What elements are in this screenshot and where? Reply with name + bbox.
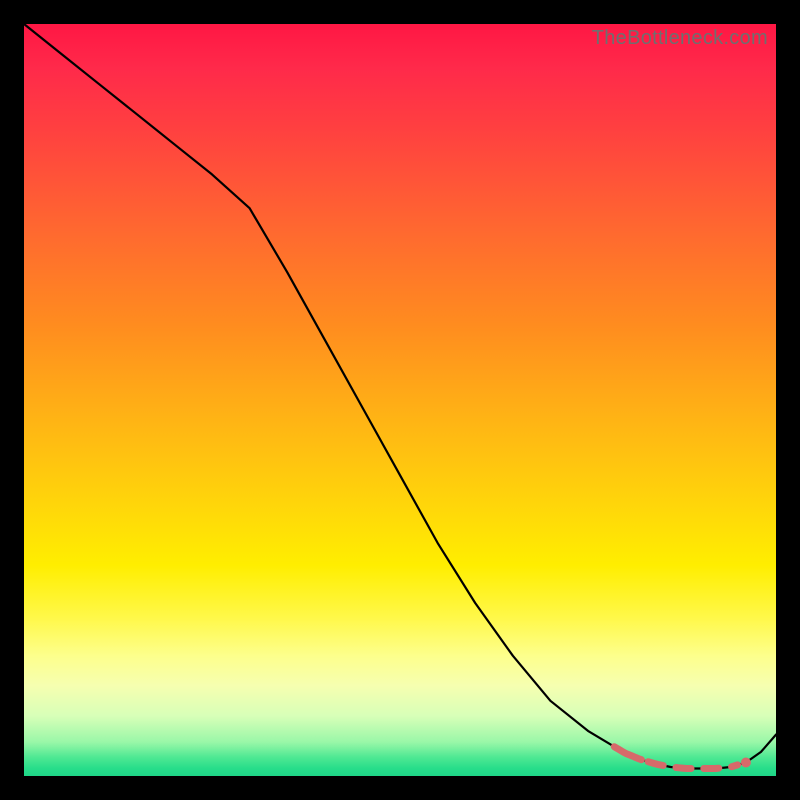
highlight-dots xyxy=(614,747,751,769)
bottleneck-curve xyxy=(24,24,776,769)
chart-svg xyxy=(24,24,776,776)
chart-frame: TheBottleneck.com xyxy=(24,24,776,776)
